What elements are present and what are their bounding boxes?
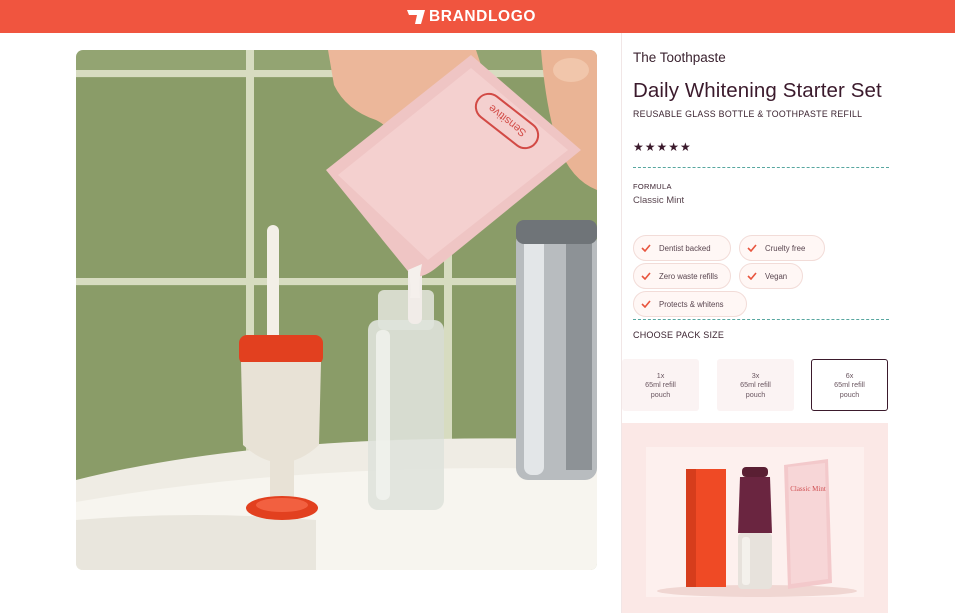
pack-desc-line1: 65ml refill bbox=[740, 380, 771, 390]
pouch-label-text: Classic Mint bbox=[790, 485, 826, 493]
pack-qty: 1x bbox=[656, 370, 665, 380]
divider bbox=[633, 167, 889, 168]
check-icon bbox=[747, 272, 757, 280]
badge-label: Vegan bbox=[765, 271, 788, 281]
rating-stars[interactable]: ★★★★★ bbox=[633, 140, 692, 154]
check-icon bbox=[641, 272, 651, 280]
pack-size-heading: CHOOSE PACK SIZE bbox=[633, 330, 725, 340]
badge-label: Dentist backed bbox=[659, 243, 711, 253]
pack-desc-line1: 65ml refill bbox=[834, 380, 865, 390]
hero-product-image: Sensitive bbox=[76, 50, 597, 570]
pack-desc-line2: pouch bbox=[839, 389, 860, 399]
brand-logo[interactable]: BRANDLOGO bbox=[407, 9, 536, 25]
logo-mark-icon bbox=[407, 10, 425, 24]
pack-option-1x[interactable]: 1x 65ml refill pouch bbox=[622, 359, 699, 411]
product-category: The Toothpaste bbox=[633, 50, 726, 65]
pack-desc-line1: 65ml refill bbox=[645, 380, 676, 390]
pack-option-3x[interactable]: 3x 65ml refill pouch bbox=[717, 359, 794, 411]
pack-desc-line2: pouch bbox=[650, 389, 671, 399]
check-icon bbox=[747, 244, 757, 252]
badge-cruelty-free: Cruelty free bbox=[739, 235, 825, 261]
logo-text: BRANDLOGO bbox=[429, 8, 537, 25]
check-icon bbox=[641, 300, 651, 308]
badge-vegan: Vegan bbox=[739, 263, 803, 289]
top-banner: BRANDLOGO bbox=[0, 0, 955, 33]
formula-value[interactable]: Classic Mint bbox=[633, 195, 684, 206]
check-icon bbox=[641, 244, 651, 252]
badge-protects-whitens: Protects & whitens bbox=[633, 291, 747, 317]
divider bbox=[633, 319, 889, 320]
formula-label: FORMULA bbox=[633, 182, 672, 191]
badge-label: Zero waste refills bbox=[659, 271, 718, 281]
badge-label: Cruelty free bbox=[765, 243, 806, 253]
badge-zero-waste: Zero waste refills bbox=[633, 263, 731, 289]
pack-qty: 6x bbox=[845, 370, 854, 380]
pack-desc-line2: pouch bbox=[745, 389, 766, 399]
pack-qty: 3x bbox=[751, 370, 760, 380]
badge-label: Protects & whitens bbox=[659, 299, 724, 309]
product-set-image: Classic Mint bbox=[622, 423, 888, 613]
product-title: Daily Whitening Starter Set bbox=[633, 79, 882, 102]
badge-dentist-backed: Dentist backed bbox=[633, 235, 731, 261]
product-subtitle: REUSABLE GLASS BOTTLE & TOOTHPASTE REFIL… bbox=[633, 109, 863, 119]
pack-option-6x[interactable]: 6x 65ml refill pouch bbox=[811, 359, 888, 411]
